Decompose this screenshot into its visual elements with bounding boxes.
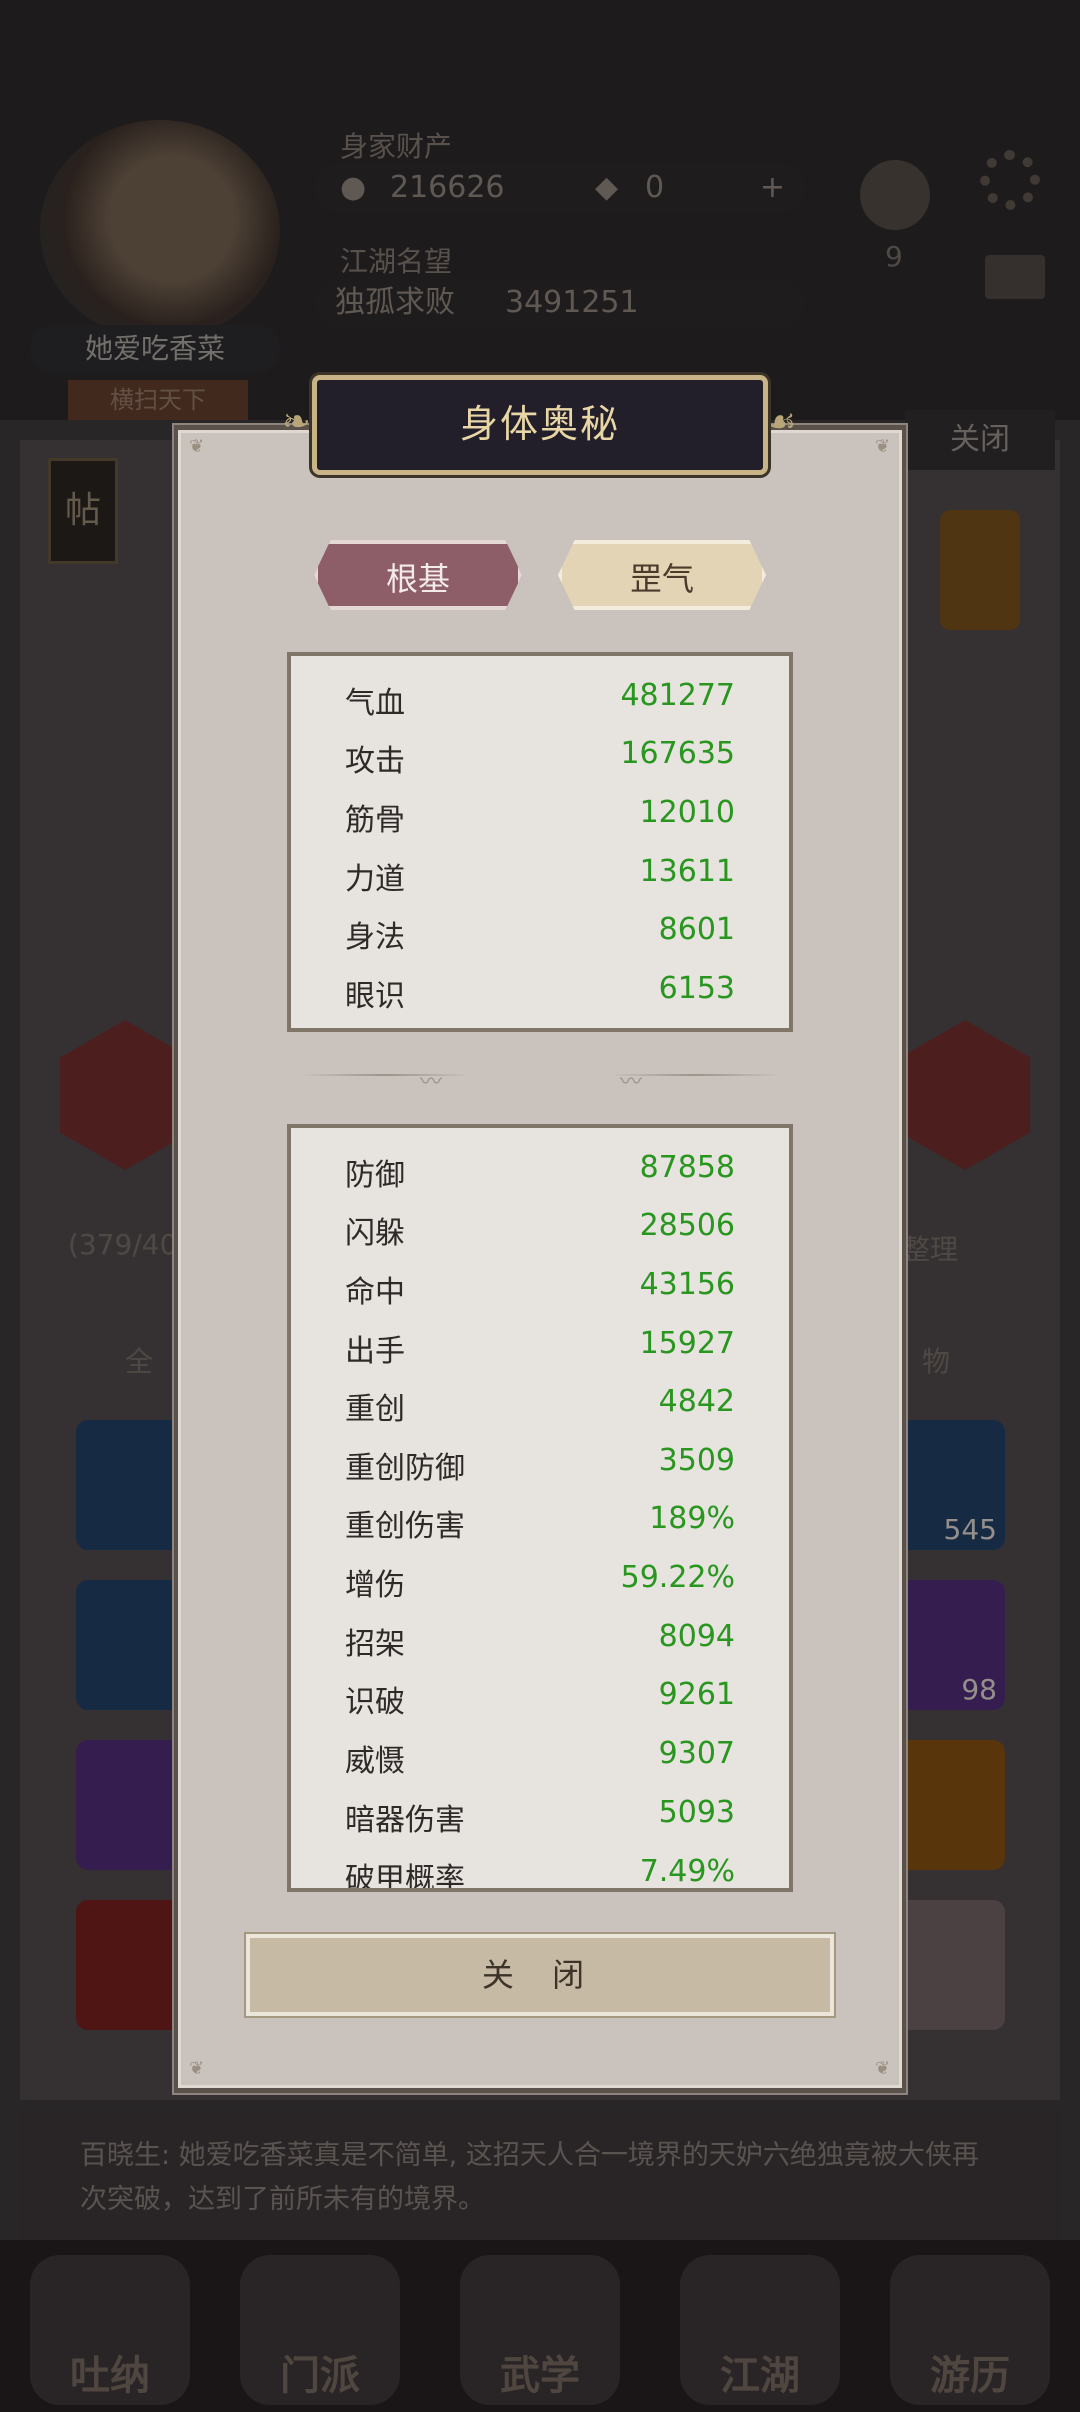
- section-divider: [610, 1074, 780, 1076]
- stat-label: 破甲概率: [345, 1862, 465, 1892]
- corner-ornament: ❦: [875, 436, 891, 457]
- corner-ornament: ❦: [875, 2058, 891, 2079]
- stat-label: 防御: [345, 1158, 405, 1193]
- stat-value: 8601: [658, 912, 735, 947]
- stat-value: 43156: [639, 1267, 735, 1302]
- dialog-title: 身体奥秘: [459, 402, 620, 446]
- title-ornament-left: ❧: [282, 402, 311, 442]
- stat-label: 命中: [345, 1275, 405, 1310]
- stat-label: 身法: [345, 920, 405, 955]
- stat-row: 筋骨 12010: [345, 795, 735, 838]
- stat-label: 气血: [345, 686, 405, 721]
- stat-value: 8094: [658, 1619, 735, 1654]
- section-divider: [300, 1074, 470, 1076]
- stat-value: 9307: [658, 1736, 735, 1771]
- title-ornament-right: ☙: [766, 402, 797, 442]
- stat-label: 暗器伤害: [345, 1803, 465, 1838]
- stat-label: 重创伤害: [345, 1509, 465, 1544]
- stat-value: 59.22%: [620, 1560, 735, 1595]
- stat-label: 威慑: [345, 1744, 405, 1779]
- stat-value: 7.49%: [639, 1854, 735, 1889]
- stat-label: 攻击: [345, 744, 405, 779]
- stat-row: 重创防御 3509: [345, 1443, 735, 1486]
- stat-label: 招架: [345, 1627, 405, 1662]
- stat-value: 6153: [658, 971, 735, 1006]
- close-button[interactable]: 关 闭: [244, 1932, 836, 2018]
- base-stats-panel: 气血 481277 攻击 167635 筋骨 12010 力道 13611 身法 8601…: [287, 652, 793, 1032]
- stat-value: 189%: [649, 1501, 735, 1536]
- stat-row: 破甲概率 7.49%: [345, 1854, 735, 1892]
- corner-ornament: ❦: [189, 436, 205, 457]
- stat-value: 167635: [620, 736, 735, 771]
- stat-value: 12010: [639, 795, 735, 830]
- stat-row: 重创 4842: [345, 1384, 735, 1427]
- stat-row: 攻击 167635: [345, 736, 735, 779]
- stat-row: 防御 87858: [345, 1150, 735, 1193]
- stat-row: 重创伤害 189%: [345, 1501, 735, 1544]
- tab-foundation[interactable]: 根基: [314, 540, 522, 610]
- corner-ornament: ❦: [189, 2058, 205, 2079]
- stat-label: 出手: [345, 1334, 405, 1369]
- combat-stats-panel[interactable]: 防御 87858 闪躲 28506 命中 43156 出手 15927 重创 4842 重…: [287, 1124, 793, 1892]
- stat-row: 暗器伤害 5093: [345, 1795, 735, 1838]
- stat-row: 闪躲 28506: [345, 1208, 735, 1251]
- stat-value: 15927: [639, 1326, 735, 1361]
- stat-value: 13611: [639, 854, 735, 889]
- stat-label: 识破: [345, 1685, 405, 1720]
- divider-ornament: 〰: [620, 1070, 643, 1095]
- stat-label: 增伤: [345, 1568, 405, 1603]
- stat-row: 增伤 59.22%: [345, 1560, 735, 1603]
- stat-row: 命中 43156: [345, 1267, 735, 1310]
- stat-label: 力道: [345, 862, 405, 897]
- stat-value: 5093: [658, 1795, 735, 1830]
- stat-row: 招架 8094: [345, 1619, 735, 1662]
- stat-row: 力道 13611: [345, 854, 735, 897]
- dialog-title-plate: 身体奥秘: [312, 375, 768, 475]
- stat-row: 识破 9261: [345, 1677, 735, 1720]
- stat-row: 眼识 6153: [345, 971, 735, 1014]
- tab-qi-shield[interactable]: 罡气: [558, 540, 766, 610]
- stat-row: 威慑 9307: [345, 1736, 735, 1779]
- stat-value: 87858: [639, 1150, 735, 1185]
- stat-row: 气血 481277: [345, 678, 735, 721]
- stat-label: 重创: [345, 1392, 405, 1427]
- stat-value: 3509: [658, 1443, 735, 1478]
- stat-value: 4842: [658, 1384, 735, 1419]
- divider-ornament: 〰: [420, 1070, 443, 1095]
- stat-label: 重创防御: [345, 1451, 465, 1486]
- stat-value: 481277: [620, 678, 735, 713]
- stat-label: 闪躲: [345, 1216, 405, 1251]
- stat-label: 眼识: [345, 979, 405, 1014]
- stat-label: 筋骨: [345, 803, 405, 838]
- stat-value: 28506: [639, 1208, 735, 1243]
- stat-row: 出手 15927: [345, 1326, 735, 1369]
- stat-value: 9261: [658, 1677, 735, 1712]
- stat-row: 身法 8601: [345, 912, 735, 955]
